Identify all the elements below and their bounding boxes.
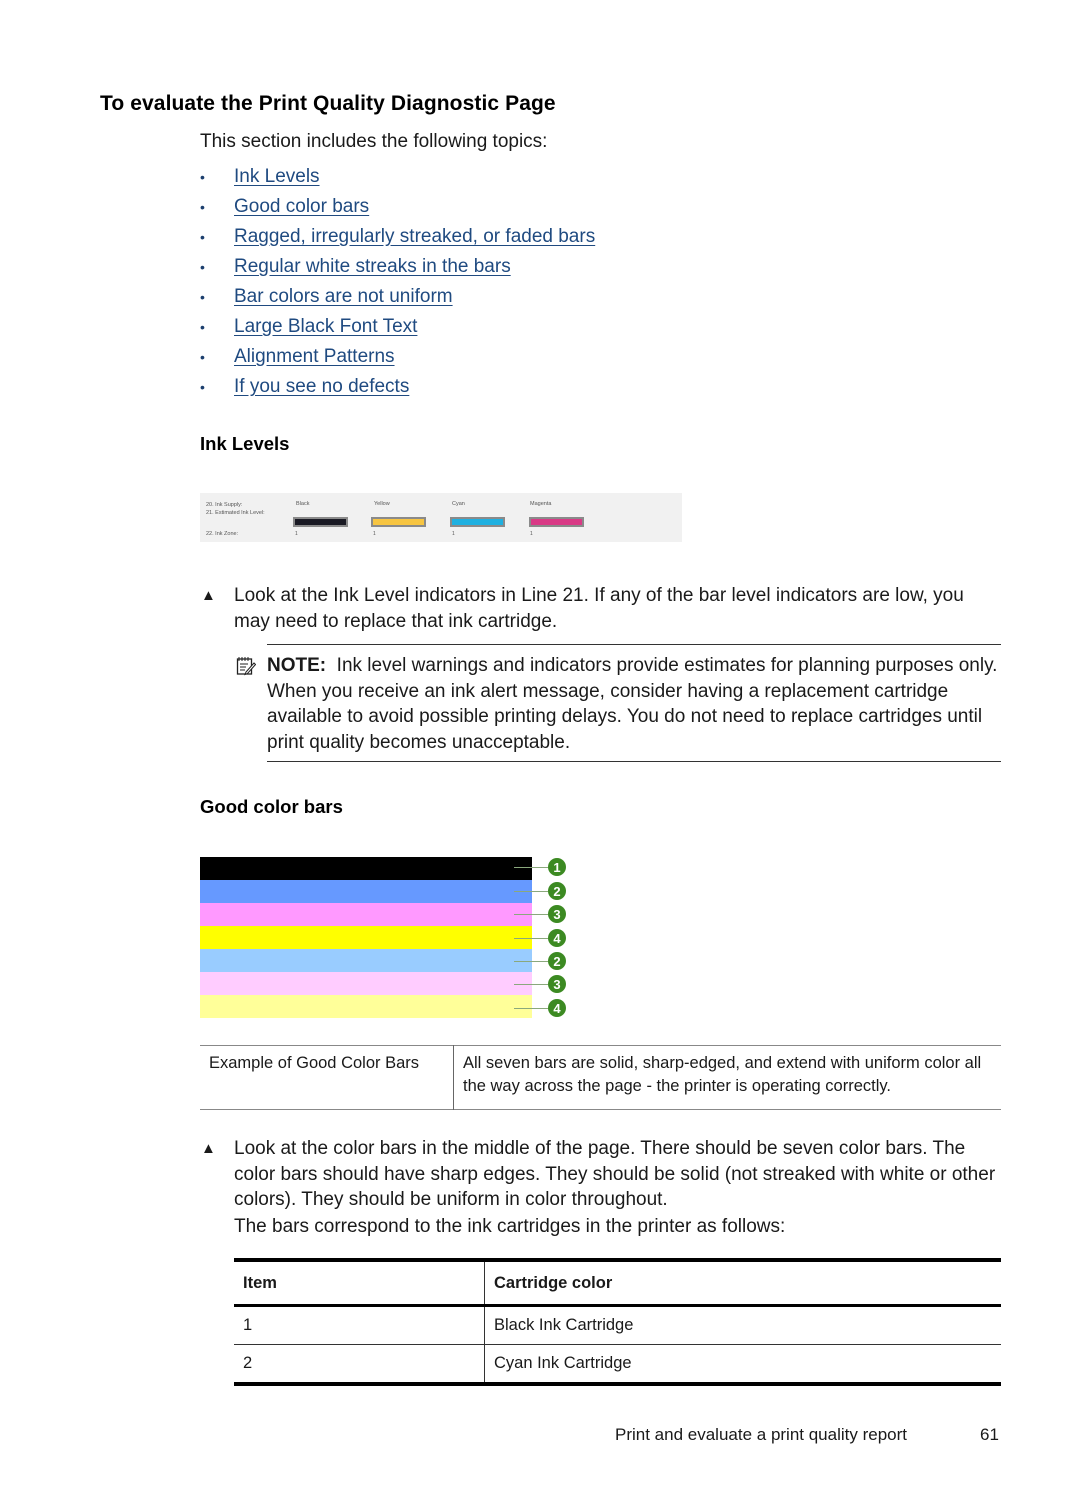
table-row: 1 Black Ink Cartridge [234, 1305, 1001, 1345]
intro-text: This section includes the following topi… [200, 131, 548, 152]
correspondence-text: The bars correspond to the ink cartridge… [234, 1216, 786, 1237]
link-no-defects[interactable]: If you see no defects [234, 374, 409, 400]
ink-zone-value: 1 [373, 531, 376, 537]
link-good-color-bars[interactable]: Good color bars [234, 194, 369, 220]
topic-item: • Good color bars [200, 194, 595, 224]
note-block: NOTE: Ink level warnings and indicators … [267, 653, 1007, 755]
ink-level-figure: 20. Ink Supply: 21. Estimated Ink Level:… [200, 493, 682, 542]
ink-zone-value: 1 [530, 531, 533, 537]
ink-level-instruction: Look at the Ink Level indicators in Line… [234, 585, 964, 632]
cartridge-color-cell: Cyan Ink Cartridge [484, 1344, 1001, 1386]
callout-line [514, 984, 548, 985]
column-header-cartridge-color: Cartridge color [484, 1258, 1001, 1307]
bullet-icon: • [200, 319, 205, 335]
topic-item: • Large Black Font Text [200, 314, 595, 344]
color-bar-3 [200, 903, 532, 926]
note-icon [236, 657, 256, 676]
callout-badge: 1 [548, 858, 566, 876]
bullet-icon: • [200, 289, 205, 305]
note-label: NOTE: [267, 655, 327, 676]
color-bar-6 [200, 972, 532, 995]
topic-item: • If you see no defects [200, 374, 595, 404]
page-title: To evaluate the Print Quality Diagnostic… [100, 92, 556, 115]
ink-zone-value: 1 [295, 531, 298, 537]
color-bar-4 [200, 926, 532, 949]
link-alignment-patterns[interactable]: Alignment Patterns [234, 344, 395, 370]
callout-line [514, 867, 548, 868]
color-bars-figure [200, 857, 532, 1018]
triangle-bullet-icon: ▲ [201, 587, 216, 604]
row-label: 20. Ink Supply: [206, 502, 243, 508]
callout-line [514, 961, 548, 962]
topic-list: • Ink Levels • Good color bars • Ragged, ir… [200, 164, 595, 404]
triangle-bullet-icon: ▲ [201, 1140, 216, 1157]
row-label: 22. Ink Zone: [206, 531, 239, 537]
cartridge-name: Cyan [452, 501, 465, 507]
callout-badge: 3 [548, 905, 566, 923]
ink-levels-heading: Ink Levels [200, 433, 290, 454]
table-row: Example of Good Color Bars All seven bar… [200, 1045, 1001, 1110]
item-cell: 1 [234, 1305, 485, 1345]
callout-line [514, 1008, 548, 1009]
link-white-streaks[interactable]: Regular white streaks in the bars [234, 254, 511, 280]
example-description: All seven bars are solid, sharp-edged, a… [463, 1054, 982, 1095]
ink-level-bar-black [293, 517, 348, 527]
note-top-rule [267, 644, 1001, 645]
cartridge-name: Black [296, 501, 310, 507]
link-ink-levels[interactable]: Ink Levels [234, 164, 320, 190]
cartridge-color-cell: Black Ink Cartridge [484, 1305, 1001, 1345]
color-bars-instruction: Look at the color bars in the middle of … [234, 1138, 996, 1210]
note-text: Ink level warnings and indicators provid… [267, 655, 998, 753]
callout-badge: 4 [548, 999, 566, 1017]
row-label: 21. Estimated Ink Level: [206, 510, 265, 516]
good-color-bars-heading: Good color bars [200, 796, 343, 817]
cartridge-mapping-table: Item Cartridge color 1 Black Ink Cartrid… [234, 1258, 1001, 1386]
topic-item: • Ragged, irregularly streaked, or faded … [200, 224, 595, 254]
bullet-icon: • [200, 199, 205, 215]
topic-item: • Alignment Patterns [200, 344, 595, 374]
link-ragged-bars[interactable]: Ragged, irregularly streaked, or faded b… [234, 224, 595, 250]
bullet-icon: • [200, 169, 205, 185]
example-table: Example of Good Color Bars All seven bar… [200, 1045, 1001, 1110]
item-cell: 2 [234, 1344, 485, 1386]
topic-item: • Ink Levels [200, 164, 595, 194]
ink-zone-value: 1 [452, 531, 455, 537]
callout-line [514, 891, 548, 892]
link-large-black-font[interactable]: Large Black Font Text [234, 314, 417, 340]
note-bottom-rule [267, 761, 1001, 762]
bullet-icon: • [200, 259, 205, 275]
bullet-icon: • [200, 379, 205, 395]
ink-level-bar-magenta [529, 517, 584, 527]
cartridge-name: Yellow [374, 501, 390, 507]
page-number: 61 [980, 1425, 999, 1444]
color-bar-5 [200, 949, 532, 972]
callout-badge: 3 [548, 975, 566, 993]
callout-badge: 4 [548, 929, 566, 947]
topic-item: • Bar colors are not uniform [200, 284, 595, 314]
link-bar-colors-not-uniform[interactable]: Bar colors are not uniform [234, 284, 453, 310]
cartridge-name: Magenta [530, 501, 552, 507]
callout-line [514, 938, 548, 939]
topic-item: • Regular white streaks in the bars [200, 254, 595, 284]
table-row: 2 Cyan Ink Cartridge [234, 1344, 1001, 1386]
callout-badge: 2 [548, 882, 566, 900]
ink-level-bar-cyan [450, 517, 505, 527]
bullet-icon: • [200, 349, 205, 365]
example-label: Example of Good Color Bars [200, 1045, 454, 1110]
color-bar-2 [200, 880, 532, 903]
ink-level-bar-yellow [371, 517, 426, 527]
callout-badge: 2 [548, 952, 566, 970]
bullet-icon: • [200, 229, 205, 245]
table-header-row: Item Cartridge color [234, 1258, 1001, 1307]
callout-line [514, 914, 548, 915]
color-bar-1 [200, 857, 532, 880]
color-bar-7 [200, 995, 532, 1018]
column-header-item: Item [234, 1258, 485, 1307]
footer-section-title: Print and evaluate a print quality repor… [615, 1425, 908, 1444]
